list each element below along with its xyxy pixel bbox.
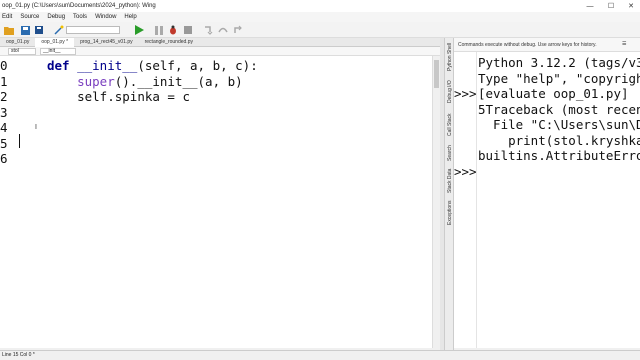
shell-prompt: >>> — [454, 164, 477, 179]
editor-scroll-thumb[interactable] — [434, 60, 439, 88]
wand-icon[interactable] — [54, 25, 64, 35]
code-editor[interactable]: 0 1 2 3 4 5 6 def __init__(self, a, b, c… — [0, 56, 432, 348]
shell-output-line: 5Traceback (most recent — [478, 101, 640, 117]
run-icon[interactable] — [134, 25, 144, 35]
text-cursor — [19, 134, 20, 148]
menu-tools[interactable]: Tools — [69, 14, 91, 20]
tool-tabs: Python Shell Debug I/O Call Stack Search… — [444, 38, 454, 350]
python-shell[interactable]: >>> >>> Python 3.12.2 (tags/v3. Type "he… — [454, 52, 640, 348]
scope-selectors: stol __init__ — [0, 47, 445, 56]
function-name: __init__ — [77, 58, 138, 73]
cursor-position: Line 15 Col 0 * — [2, 352, 35, 358]
pause-icon[interactable] — [154, 25, 164, 35]
editor-scrollbar[interactable] — [432, 56, 440, 348]
tab-oop-01-modified[interactable]: oop_01.py * — [35, 37, 75, 47]
editor-tabs: oop_01.py oop_01.py * prog_14_rect45_v01… — [0, 37, 445, 47]
line-number: 0 — [0, 58, 8, 73]
tab-prog-14-rect45[interactable]: prog_14_rect45_v01.py — [74, 38, 139, 47]
options-menu-icon[interactable]: ☰ — [622, 41, 626, 47]
step-into-icon[interactable] — [203, 25, 213, 35]
tab-rectangle-rounded[interactable]: rectangle_rounded.py — [139, 38, 199, 47]
shell-output-line: builtins.AttributeError — [478, 148, 640, 163]
menu-window[interactable]: Window — [91, 14, 120, 20]
def-keyword: def — [47, 58, 78, 73]
line-number: 1 — [0, 73, 8, 89]
save-all-icon[interactable] — [34, 25, 44, 35]
close-button[interactable]: ✕ — [623, 0, 639, 12]
status-bar: Line 15 Col 0 * — [0, 350, 640, 360]
debug-bug-icon[interactable] — [168, 25, 178, 35]
menu-bar: Edit Source Debug Tools Window Help — [0, 12, 640, 22]
toolbar — [0, 22, 640, 38]
shell-output-line: Python 3.12.2 (tags/v3. — [478, 55, 640, 70]
line-number: 5 — [0, 135, 8, 151]
minimize-button[interactable]: — — [582, 0, 598, 12]
shell-output-line: Type "help", "copyright — [478, 70, 640, 86]
code-line: def __init__(self, a, b, c): — [47, 58, 258, 74]
shell-output-line: [evaluate oop_01.py] — [478, 86, 629, 101]
line-number-gutter: 0 1 2 3 4 5 6 — [0, 56, 14, 348]
code-text: self.spinka = c — [77, 89, 190, 104]
line-number: 6 — [0, 151, 8, 166]
menu-source[interactable]: Source — [16, 14, 43, 20]
shell-header: Commands execute without debug. Use arro… — [454, 38, 640, 52]
title-bar: oop_01.py (C:\Users\sun\Documents\2024_p… — [0, 0, 640, 12]
open-folder-icon[interactable] — [4, 25, 14, 35]
menu-debug[interactable]: Debug — [43, 14, 69, 20]
window-title: oop_01.py (C:\Users\sun\Documents\2024_p… — [2, 3, 156, 9]
menu-help[interactable]: Help — [120, 14, 140, 20]
shell-output-line: print(stol.kryshka) — [478, 132, 640, 148]
toolbar-search-input[interactable] — [66, 26, 120, 34]
class-selector[interactable]: stol — [8, 48, 36, 55]
builtin-name: super — [77, 73, 115, 89]
line-number: 4 — [0, 120, 8, 135]
code-text: (self, a, b, c): — [137, 58, 258, 73]
tab-oop-01[interactable]: oop_01.py — [0, 38, 35, 47]
save-icon[interactable] — [20, 25, 30, 35]
maximize-button[interactable]: ☐ — [603, 0, 619, 12]
shell-hint: Commands execute without debug. Use arro… — [458, 42, 597, 48]
shell-output-line: File "C:\Users\sun\Do — [478, 117, 640, 132]
code-text: ().__init__(a, b) — [114, 73, 243, 89]
line-number: 2 — [0, 89, 8, 104]
shell-prompt: >>> — [454, 86, 477, 101]
method-selector[interactable]: __init__ — [40, 48, 76, 55]
line-number: 3 — [0, 104, 8, 120]
menu-edit[interactable]: Edit — [0, 14, 16, 20]
code-line: self.spinka = c — [47, 89, 190, 105]
code-line: super().__init__(a, b) — [47, 74, 243, 90]
mouse-ibeam-icon: I — [35, 124, 37, 131]
step-out-icon[interactable] — [233, 25, 243, 35]
step-over-icon[interactable] — [218, 25, 228, 35]
stop-icon[interactable] — [183, 25, 193, 35]
